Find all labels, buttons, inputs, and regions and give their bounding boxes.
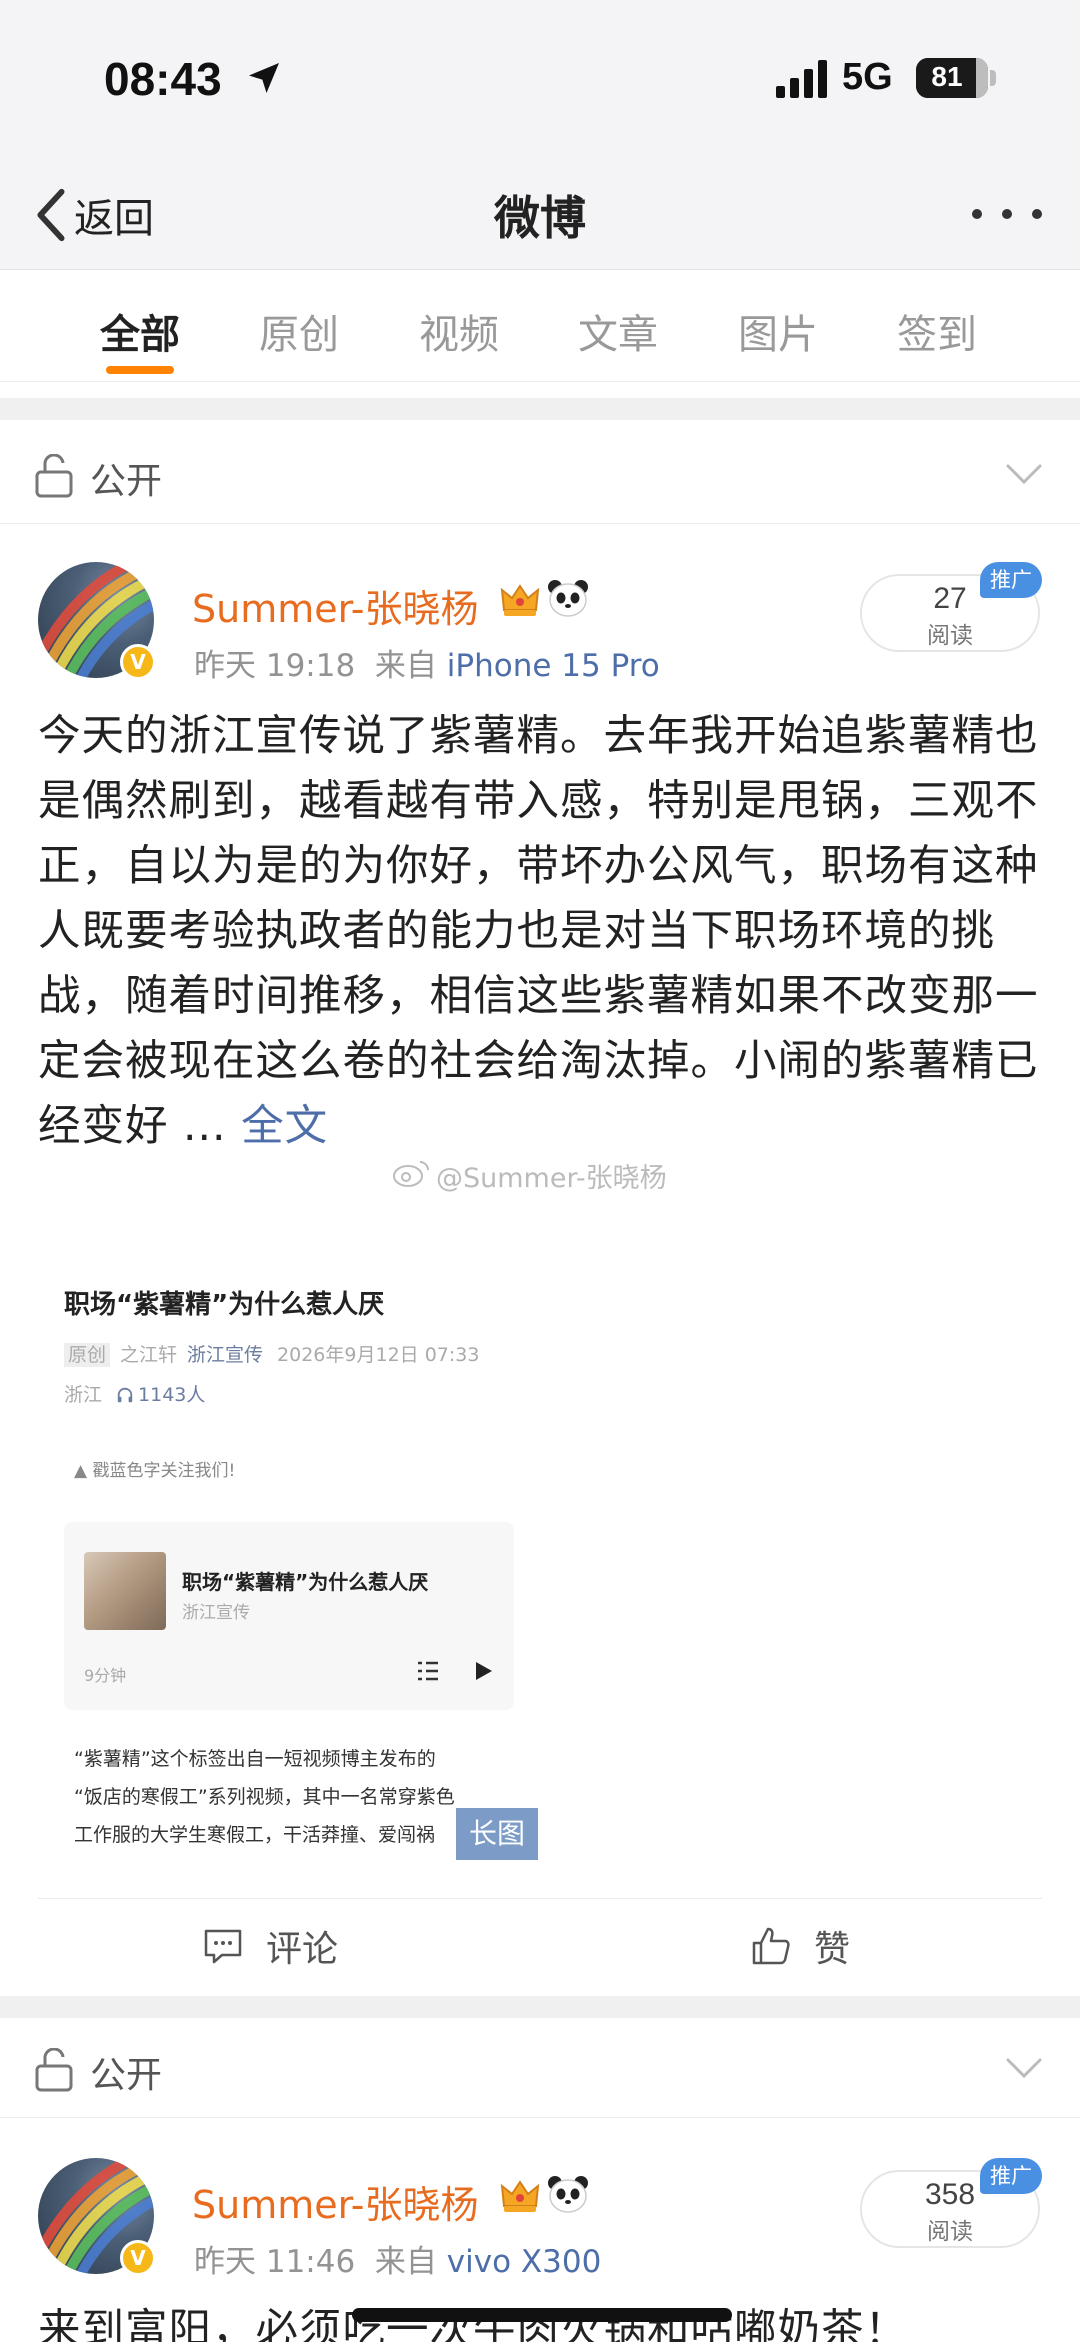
nav-bar: 返回 微博 [0,160,1080,270]
home-indicator[interactable] [352,2308,732,2322]
article-title: 职场“紫薯精”为什么惹人厌 [64,1290,385,1320]
play-icon [476,1662,492,1680]
post-meta: 昨天 19:18 来自 iPhone 15 Pro [194,640,660,685]
article-listeners-count: 1143人 [138,1384,206,1406]
follow-hint: ▲ 戳蓝色字关注我们! [74,1461,236,1481]
like-label: 赞 [814,1929,851,1970]
verified-badge: V [120,644,156,680]
tab-indicator [106,366,174,374]
article-image[interactable]: 职场“紫薯精”为什么惹人厌 原创 之江轩 浙江宣传 2026年9月12日 07:33 … [38,1200,558,1870]
article-body: “紫薯精”这个标签出自一短视频博主发布的 “饭店的寒假工”系列视频，其中一名常穿… [74,1740,514,1854]
post-source[interactable]: iPhone 15 Pro [447,648,660,684]
article-listeners: 1143人 [116,1384,205,1406]
battery-icon: 81 [916,58,988,98]
panda-icon [548,580,588,617]
article-body-line: “紫薯精”这个标签出自一短视频博主发布的 [74,1748,436,1770]
audio-card: 职场“紫薯精”为什么惹人厌 浙江宣传 9分钟 [64,1522,514,1710]
location-arrow-icon [249,63,279,93]
image-watermark: @Summer-张晓杨 [436,1163,667,1194]
original-tag: 原创 [64,1343,111,1367]
promo-badge[interactable]: 推广 [980,562,1042,598]
battery-tip [990,70,996,86]
like-button[interactable]: 赞 [750,1921,850,1971]
long-image-tag: 长图 [456,1808,538,1860]
crown-icon [500,584,540,616]
more-dots-icon[interactable] [972,194,1042,234]
filter-tabs: 全部 原创 视频 文章 图片 签到 [0,270,1080,382]
audio-account: 浙江宣传 [182,1603,250,1623]
chevron-down-icon[interactable] [1004,460,1044,488]
verified-badge: V [120,2240,156,2276]
article-meta-region: 浙江 1143人 [64,1380,205,1407]
article-region: 浙江 [64,1384,103,1406]
audio-title: 职场“紫薯精”为什么惹人厌 [182,1570,429,1594]
unlock-icon [35,454,73,498]
article-author: 之江轩 [120,1344,178,1366]
comment-label: 评论 [266,1929,339,1970]
audio-thumbnail [84,1552,166,1630]
comment-button[interactable]: 评论 [202,1921,338,1971]
article-body-line: 工作服的大学生寒假工，干活莽撞、爱闯祸 [74,1824,436,1846]
username[interactable]: Summer-张晓杨 [192,2174,479,2229]
battery-percent: 81 [931,61,963,92]
weibo-logo-icon [393,1161,429,1187]
post-time: 昨天 19:18 [194,648,356,684]
article-body-line: “饭店的寒假工”系列视频，其中一名常穿紫色 [74,1786,455,1808]
read-label: 阅读 [927,623,973,649]
visibility-row[interactable]: 公开 [0,2018,1080,2118]
unlock-icon [35,2048,73,2092]
section-divider [0,398,1080,420]
headphones-icon [117,1387,133,1403]
visibility-label: 公开 [90,2055,163,2096]
post-meta: 昨天 11:46 来自 vivo X300 [194,2236,601,2281]
network-type: 5G [842,56,893,98]
post-body: 今天的浙江宣传说了紫薯精。去年我开始追紫薯精也是偶然刷到，越看越有带入感，特别是… [38,712,1039,1151]
promo-badge[interactable]: 推广 [980,2158,1042,2194]
tab-video[interactable]: 视频 [419,302,499,360]
post-from-label: 来自 [374,2244,437,2280]
visibility-label: 公开 [90,461,163,502]
chevron-down-icon[interactable] [1004,2054,1044,2082]
read-label: 阅读 [927,2219,973,2245]
comment-icon [204,1929,242,1964]
panda-icon [548,2176,588,2213]
visibility-row[interactable]: 公开 [0,424,1080,524]
article-date: 2026年9月12日 07:33 [277,1344,480,1366]
tab-article[interactable]: 文章 [578,302,658,360]
status-bar: 08:43 5G 81 [0,0,1080,160]
page-title: 微博 [494,191,586,245]
tab-checkin[interactable]: 签到 [897,302,977,360]
section-divider [0,1996,1080,2018]
username[interactable]: Summer-张晓杨 [192,578,479,633]
cell-signal-icon [776,60,827,98]
playlist-icon [418,1661,438,1681]
audio-duration: 9分钟 [84,1666,127,1685]
crown-icon [500,2180,540,2212]
post-text: 今天的浙江宣传说了紫薯精。去年我开始追紫薯精也是偶然刷到，越看越有带入感，特别是… [38,704,1048,1159]
tab-original[interactable]: 原创 [259,302,339,360]
full-text-link[interactable]: 全文 [241,1102,328,1151]
tab-all[interactable]: 全部 [100,302,180,360]
post-source[interactable]: vivo X300 [447,2244,602,2280]
thumbs-up-icon [752,1927,790,1965]
status-time: 08:43 [104,53,222,105]
post-time: 昨天 11:46 [194,2244,356,2280]
post-actions: 评论 赞 [38,1898,1042,1994]
post-from-label: 来自 [374,648,437,684]
article-meta: 原创 之江轩 浙江宣传 2026年9月12日 07:33 [64,1340,479,1367]
article-account: 浙江宣传 [187,1344,264,1366]
tab-picture[interactable]: 图片 [738,302,818,360]
